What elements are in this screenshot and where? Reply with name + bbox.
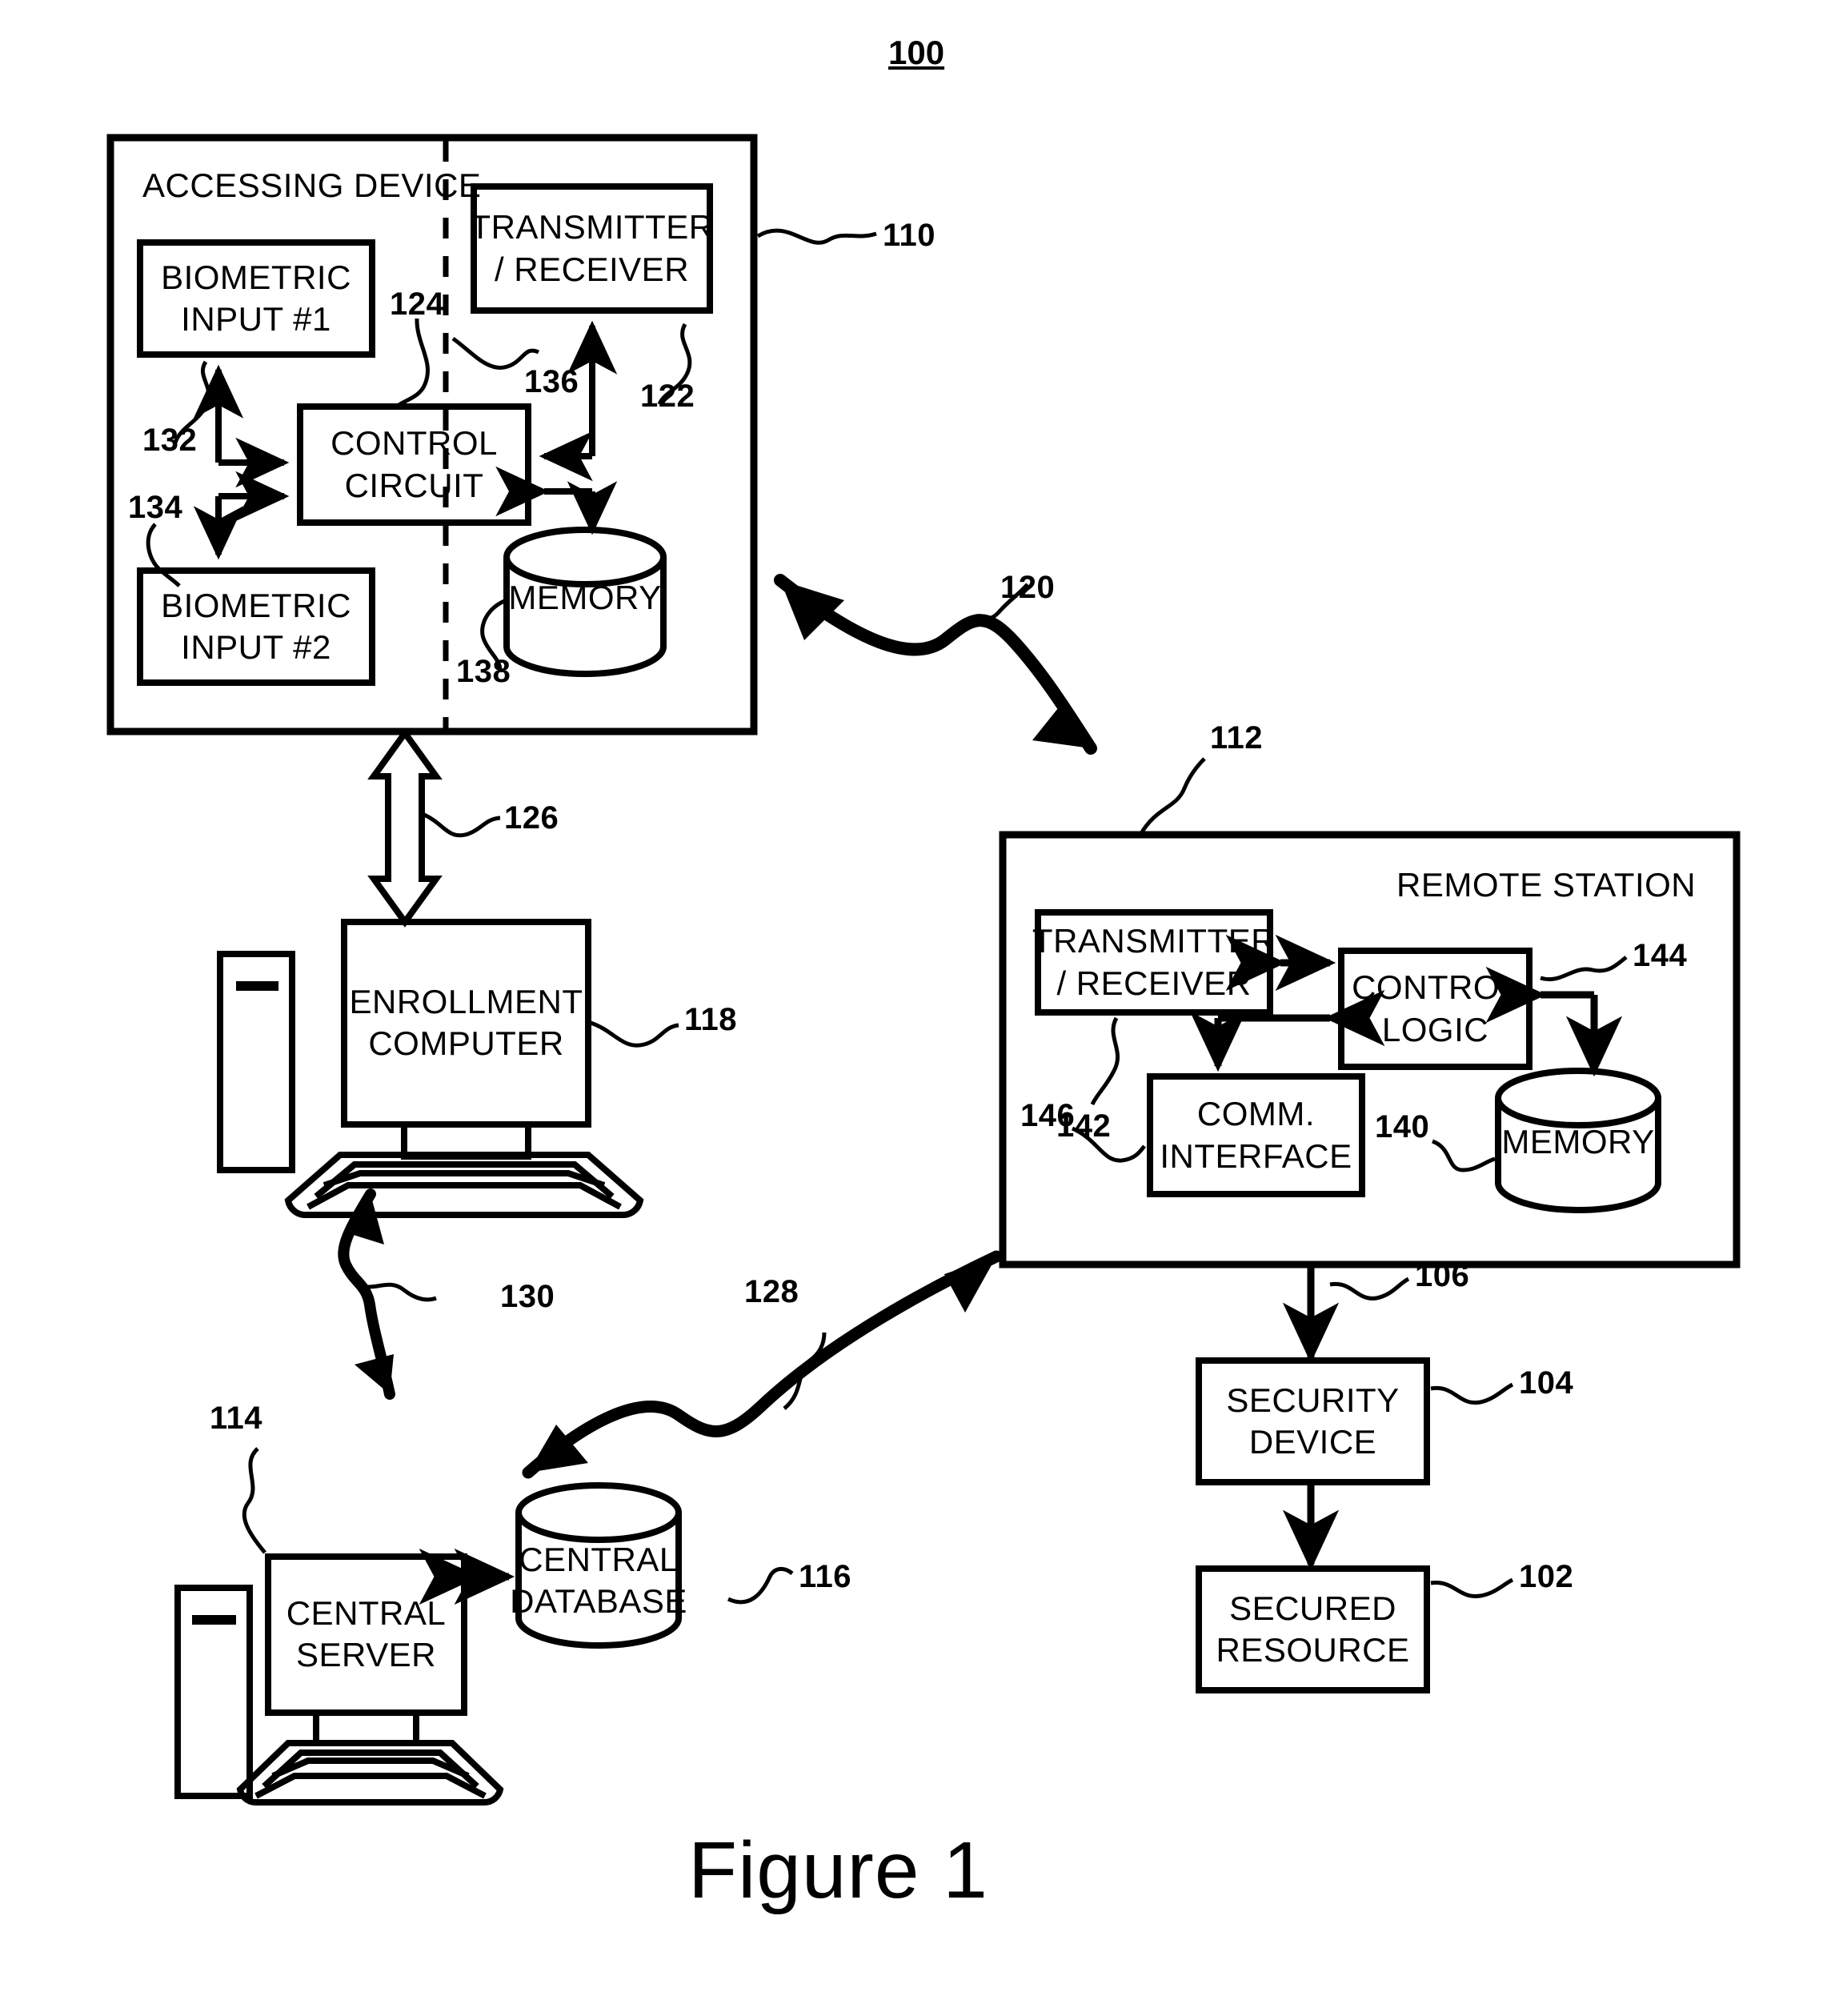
ref-124: 124 xyxy=(390,287,445,322)
enrollment-to-server-link-130 xyxy=(338,1188,437,1400)
patent-figure-canvas: 100 ACCESSING DEVICE BIOMETRIC INPUT #1 … xyxy=(0,0,1823,2016)
remote-station-title: REMOTE STATION xyxy=(1396,866,1697,904)
leader-102 xyxy=(1430,1577,1514,1598)
ref-146: 146 xyxy=(1020,1098,1076,1133)
leader-116 xyxy=(727,1567,794,1605)
accessing-device-leaders xyxy=(146,228,877,673)
ref-130: 130 xyxy=(500,1279,555,1314)
ref-102: 102 xyxy=(1519,1559,1574,1594)
leader-114 xyxy=(242,1447,266,1554)
ref-118: 118 xyxy=(684,1002,738,1037)
remote-transmitter-receiver-box xyxy=(1035,909,1273,1016)
figure-caption: Figure 1 xyxy=(688,1826,988,1915)
remote-station-arrows xyxy=(1189,934,1623,1077)
biometric-input-1-box xyxy=(137,239,375,358)
control-circuit-box xyxy=(297,403,531,526)
ref-112: 112 xyxy=(1210,720,1264,755)
ref-122: 122 xyxy=(640,379,695,414)
enrollment-link-126 xyxy=(367,727,443,928)
ref-134: 134 xyxy=(128,490,183,525)
ref-114: 114 xyxy=(210,1401,263,1436)
ref-136: 136 xyxy=(524,364,579,399)
enrollment-computer-graphic xyxy=(217,919,644,1218)
central-database-cylinder xyxy=(515,1482,682,1649)
leader-126 xyxy=(423,812,501,838)
ref-138: 138 xyxy=(456,654,511,689)
accessing-transmitter-receiver-box xyxy=(471,183,713,314)
accessing-device-title: ACCESSING DEVICE xyxy=(142,166,482,204)
ref-128: 128 xyxy=(744,1274,799,1309)
accessing-memory-cylinder xyxy=(503,527,667,677)
ref-106: 106 xyxy=(1415,1258,1470,1293)
leader-106 xyxy=(1329,1277,1410,1301)
biometric-input-2-box xyxy=(137,567,375,686)
leader-118 xyxy=(590,1020,679,1048)
comm-interface-box xyxy=(1147,1073,1365,1197)
security-device-box xyxy=(1196,1357,1430,1485)
accessing-device-outline xyxy=(106,134,758,735)
central-server-graphic xyxy=(174,1553,504,1806)
ref-126: 126 xyxy=(504,800,559,836)
ref-116: 116 xyxy=(799,1559,852,1594)
ref-110: 110 xyxy=(883,218,936,253)
ref-120: 120 xyxy=(1000,570,1056,605)
ref-104: 104 xyxy=(1519,1365,1574,1401)
system-number-100: 100 xyxy=(888,34,945,71)
ref-140: 140 xyxy=(1375,1109,1430,1144)
remote-memory-cylinder xyxy=(1495,1068,1661,1213)
ref-144: 144 xyxy=(1633,938,1688,973)
leader-104 xyxy=(1430,1382,1514,1405)
ref-132: 132 xyxy=(142,423,198,458)
diagram-vector-layer xyxy=(106,134,1741,1806)
secured-resource-box xyxy=(1196,1565,1430,1693)
leader-112 xyxy=(1138,757,1206,836)
control-logic-box xyxy=(1338,948,1533,1070)
